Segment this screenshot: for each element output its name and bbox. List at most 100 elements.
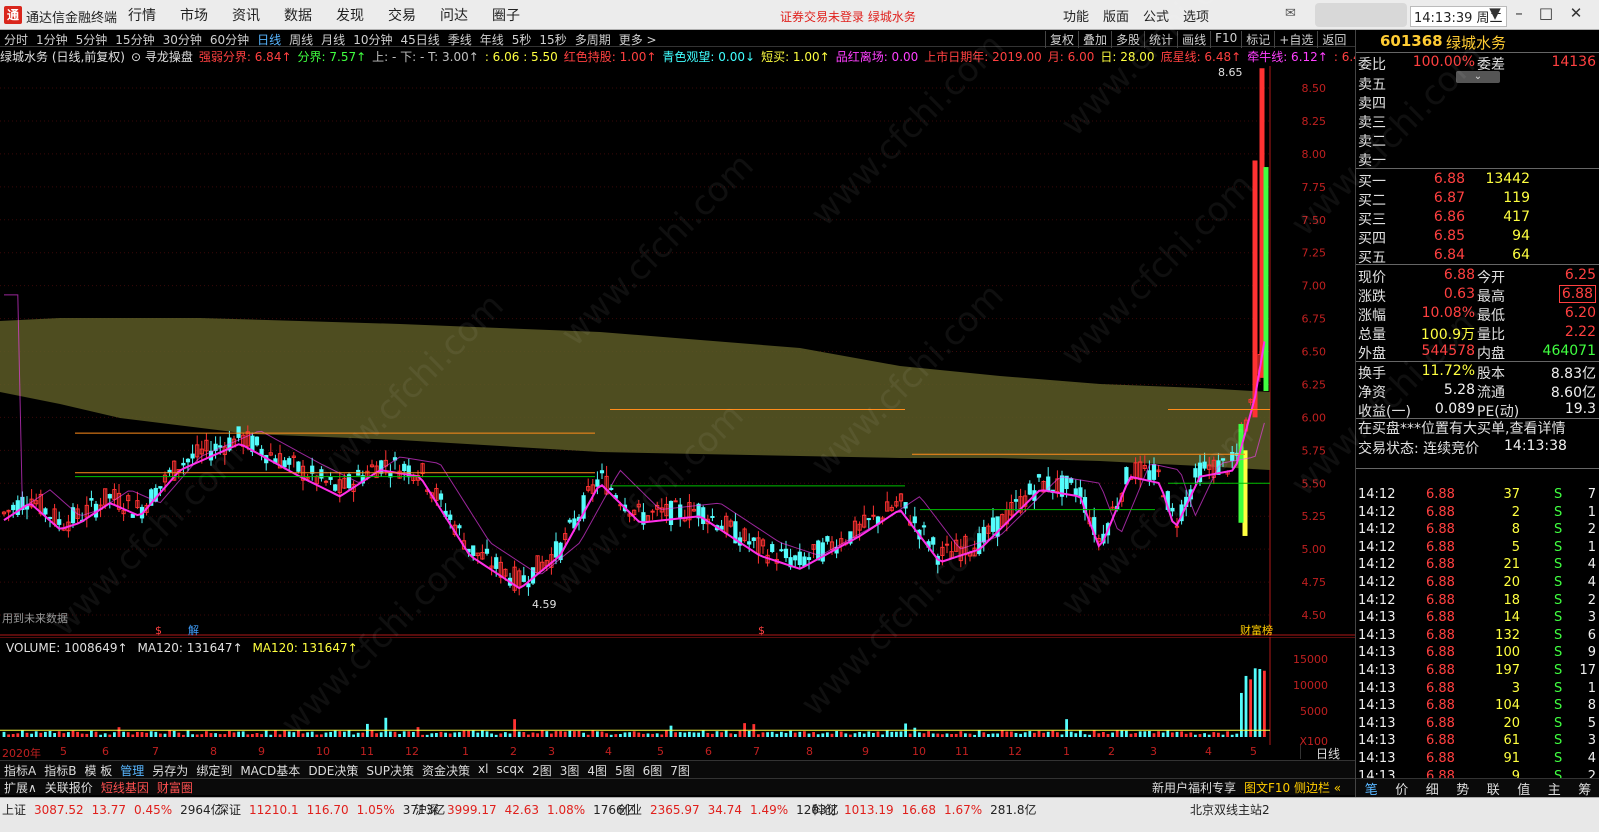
chart-tool-button[interactable]: 标记 xyxy=(1241,31,1274,48)
quote-tab[interactable]: 主 xyxy=(1539,779,1570,798)
toolbar-button[interactable]: 绑定到 xyxy=(192,761,236,778)
toolbar-button[interactable]: 7图 xyxy=(666,761,694,778)
toolbar-button[interactable]: 另存为 xyxy=(148,761,192,778)
stock-name[interactable]: 绿城水务 xyxy=(1446,32,1506,53)
toolbar-button[interactable]: 管理 xyxy=(116,761,148,778)
indicator-value: : 6.06 : 5.50 xyxy=(484,50,558,64)
period-tab[interactable]: 分时 xyxy=(4,31,28,48)
toolbar-button[interactable]: 2图 xyxy=(528,761,556,778)
toolbar-button[interactable]: 5图 xyxy=(611,761,639,778)
chart-tool-button[interactable]: 多股 xyxy=(1111,31,1144,48)
wealth-rank-badge[interactable]: 财富榜 xyxy=(1240,623,1273,636)
user-avatar[interactable] xyxy=(1315,3,1407,27)
menu-item-layout[interactable]: 版面 xyxy=(1103,6,1129,25)
quote-tab[interactable]: 细 xyxy=(1417,779,1448,798)
chart-tool-button[interactable]: 返回 xyxy=(1317,31,1350,48)
candlestick-chart[interactable]: 8.50 8.25 8.00 7.75 7.50 7.25 7.00 6.75 6.50 6.25… xyxy=(0,66,1355,636)
quote-tab[interactable]: 筹 xyxy=(1570,779,1599,798)
toolbar-button[interactable]: 4图 xyxy=(583,761,611,778)
menu-item-news[interactable]: 资讯 xyxy=(232,5,260,25)
menu-item-function[interactable]: 功能 xyxy=(1063,6,1089,25)
quote-tab[interactable]: 笔 xyxy=(1356,779,1387,798)
volume-bar xyxy=(941,734,944,737)
expand-button[interactable]: 扩展∧ xyxy=(0,779,41,795)
index-quote[interactable]: 沪深 3999.17 42.63 1.08% 1766亿 xyxy=(415,801,644,818)
event-marker[interactable]: $ xyxy=(758,624,765,636)
chart-tool-button[interactable]: 复权 xyxy=(1045,31,1078,48)
tick-list[interactable]: 14:12 6.88 37 S 7 14:12 6.88 2 S 1 14:12 6.88 8 S 2 14:… xyxy=(1356,487,1599,787)
toolbar-button[interactable]: 指标A xyxy=(0,761,40,778)
index-quote[interactable]: 科创 1013.19 16.68 1.67% 281.8亿 xyxy=(812,801,1044,818)
toolbar-button[interactable]: 6图 xyxy=(639,761,667,778)
toolbar-button[interactable]: 3图 xyxy=(556,761,584,778)
buy-row[interactable]: 买五 6.84 64 xyxy=(1356,246,1599,266)
mail-icon[interactable]: ✉ xyxy=(1285,6,1296,21)
period-tab[interactable]: 60分钟 xyxy=(210,31,249,48)
period-tab[interactable]: 15秒 xyxy=(539,31,566,48)
range-button[interactable]: 日线 xyxy=(1300,745,1355,761)
quote-tab[interactable]: 价 xyxy=(1387,779,1418,798)
menu-item-quotes[interactable]: 行情 xyxy=(128,5,156,25)
chart-tool-button[interactable]: +自选 xyxy=(1274,31,1317,48)
chart-tool-button[interactable]: 叠加 xyxy=(1078,31,1111,48)
toolbar-button[interactable]: DDE决策 xyxy=(304,761,362,778)
chart-tool-button[interactable]: 统计 xyxy=(1144,31,1177,48)
toolbar-button[interactable]: 资金决策 xyxy=(418,761,474,778)
menu-item-options[interactable]: 选项 xyxy=(1183,6,1209,25)
period-tab[interactable]: 30分钟 xyxy=(163,31,202,48)
sidebar-toggle[interactable]: 图文F10 侧边栏 « xyxy=(1240,779,1345,796)
maximize-button[interactable]: □ xyxy=(1535,4,1557,22)
event-marker[interactable]: 解 xyxy=(188,623,199,636)
index-quote[interactable]: 上证 3087.52 13.77 0.45% 2964亿 xyxy=(2,801,231,818)
menu-item-data[interactable]: 数据 xyxy=(284,5,312,25)
buy-row[interactable]: 买二 6.87 119 xyxy=(1356,189,1599,209)
period-tab[interactable]: 年线 xyxy=(480,31,504,48)
chart-tool-button[interactable]: 画线 xyxy=(1177,31,1210,48)
period-tab[interactable]: 5秒 xyxy=(512,31,532,48)
close-button[interactable]: ✕ xyxy=(1565,4,1587,22)
related-quote-button[interactable]: 关联报价 xyxy=(41,779,97,795)
toolbar-button[interactable]: 指标B xyxy=(40,761,80,778)
quote-tab[interactable]: 联 xyxy=(1478,779,1509,798)
toolbar-button[interactable]: SUP决策 xyxy=(362,761,418,778)
period-tab[interactable]: 10分钟 xyxy=(353,31,392,48)
stock-code[interactable]: 601368 xyxy=(1380,32,1443,50)
buy-row[interactable]: 买三 6.86 417 xyxy=(1356,208,1599,228)
menu-item-ask[interactable]: 问达 xyxy=(440,5,468,25)
period-tab[interactable]: 日线 xyxy=(257,31,281,48)
dropdown-icon[interactable]: ▼ xyxy=(1484,4,1506,22)
tick-time: 14:13 xyxy=(1358,751,1396,766)
volume-bar xyxy=(467,730,470,737)
period-tab[interactable]: 季线 xyxy=(448,31,472,48)
login-notice[interactable]: 证券交易未登录 绿城水务 xyxy=(780,8,916,25)
toolbar-button[interactable]: xl xyxy=(474,761,492,778)
event-marker[interactable]: $ xyxy=(155,624,162,636)
wealth-circle-button[interactable]: 财富圈 xyxy=(153,779,197,795)
period-tab[interactable]: 5分钟 xyxy=(76,31,108,48)
period-tab[interactable]: 多周期 xyxy=(575,31,611,48)
menu-item-discover[interactable]: 发现 xyxy=(336,5,364,25)
chart-tool-button[interactable]: F10 xyxy=(1210,31,1241,48)
period-tab[interactable]: 15分钟 xyxy=(115,31,154,48)
menu-item-formula[interactable]: 公式 xyxy=(1143,6,1169,25)
menu-item-circle[interactable]: 圈子 xyxy=(492,5,520,25)
period-tab[interactable]: 月线 xyxy=(321,31,345,48)
tick-price: 6.88 xyxy=(1426,733,1455,749)
menu-item-trade[interactable]: 交易 xyxy=(388,5,416,25)
short-gene-button[interactable]: 短线基因 xyxy=(97,779,153,795)
toolbar-button[interactable]: scqx xyxy=(492,761,528,778)
minimize-button[interactable]: – xyxy=(1508,4,1530,22)
quote-tab[interactable]: 势 xyxy=(1448,779,1479,798)
period-tab[interactable]: 周线 xyxy=(289,31,313,48)
buy-row[interactable]: 买四 6.85 94 xyxy=(1356,227,1599,247)
quote-tab[interactable]: 值 xyxy=(1509,779,1540,798)
period-tab[interactable]: 45日线 xyxy=(400,31,439,48)
server-status[interactable]: 北京双线主站2 xyxy=(1190,801,1270,818)
period-tab[interactable]: 更多 > xyxy=(619,31,657,48)
toolbar-button[interactable]: MACD基本 xyxy=(236,761,304,778)
period-tab[interactable]: 1分钟 xyxy=(36,31,68,48)
menu-item-market[interactable]: 市场 xyxy=(180,5,208,25)
buy-row[interactable]: 买一 6.88 13442 xyxy=(1356,170,1599,190)
new-user-promo[interactable]: 新用户福利专享 xyxy=(1148,779,1240,796)
toolbar-button[interactable]: 模 板 xyxy=(80,761,116,778)
